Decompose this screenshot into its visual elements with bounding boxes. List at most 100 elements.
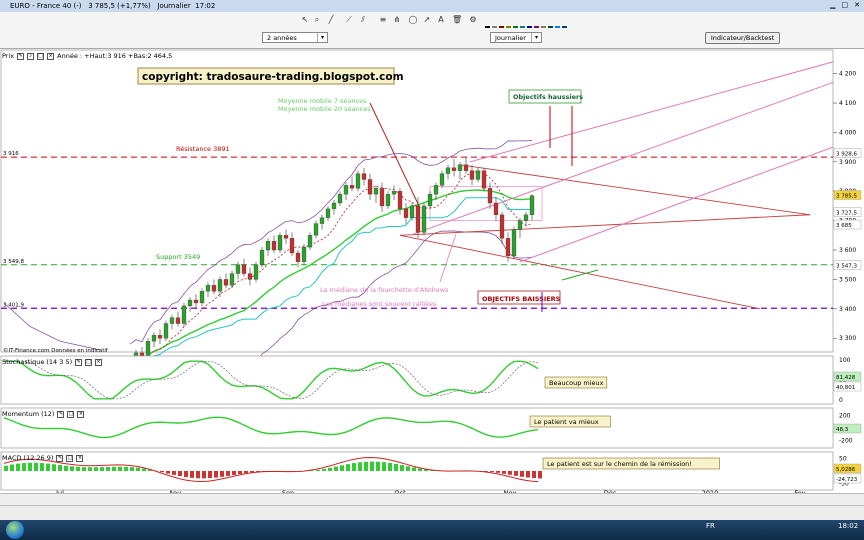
settings-icon[interactable]: ✎	[56, 454, 64, 462]
macd-histogram-bar	[376, 461, 380, 471]
magnify-icon[interactable]: ⌕	[27, 52, 35, 60]
price-axis-label: 4 100	[839, 100, 856, 107]
price-axis-label: 3 900	[839, 159, 856, 166]
macd-histogram-bar	[394, 463, 398, 471]
macd-histogram-bar	[4, 465, 8, 471]
text-tool-icon[interactable]: A	[436, 14, 446, 25]
language-indicator[interactable]: FR	[706, 522, 715, 530]
chevron-down-icon[interactable]: ▾	[531, 33, 541, 42]
candle	[481, 170, 487, 189]
window-icon[interactable]: □	[85, 358, 93, 366]
maximize-icon[interactable]: □	[842, 1, 849, 9]
indicators-button[interactable]: Indicateur/Backtest	[705, 32, 780, 44]
resistance-value: 3 916	[3, 151, 19, 157]
macd-histogram-bar	[184, 471, 188, 478]
ma7-label: Moyenne mobile 7 séances	[278, 97, 367, 105]
macd-histogram-bar	[496, 471, 500, 473]
window-icon[interactable]: □	[66, 454, 74, 462]
bear-target-text: OBJECTIFS BAISSIERS	[482, 295, 561, 303]
macd-histogram-bar	[418, 468, 422, 471]
candle	[349, 185, 355, 189]
macd-axis-label: 50	[839, 456, 847, 463]
price-panel: 4 2004 1004 0003 9003 8003 7003 6003 500…	[0, 49, 862, 392]
close-icon[interactable]: ✕	[854, 1, 860, 9]
ellipse-icon[interactable]: ◯	[408, 14, 418, 25]
price-value-label: 3 685	[836, 223, 852, 229]
macd-histogram-bar	[130, 467, 134, 471]
candle	[229, 273, 235, 286]
properties-icon[interactable]: ⚙	[468, 14, 478, 25]
period-value: 2 années	[267, 34, 297, 42]
macd-histogram-bar	[238, 471, 242, 474]
macd-histogram-bar	[112, 466, 116, 471]
trendline-icon[interactable]: ⟋	[344, 14, 354, 25]
close-icon[interactable]: ×	[95, 358, 103, 366]
median-note-1: La médiane de la fourchette d'ANdrews	[320, 286, 449, 294]
settings-icon[interactable]: ✎	[17, 52, 25, 60]
median-note-2: Les médianes sont souvent ralliées	[322, 300, 437, 308]
candle	[295, 252, 301, 262]
osc-value-label: 40,801	[836, 385, 855, 391]
candle	[475, 170, 481, 180]
candle	[361, 173, 367, 180]
fibonacci-icon[interactable]: ≡	[378, 14, 388, 25]
close-icon[interactable]: ×	[77, 410, 85, 418]
candle	[385, 194, 391, 207]
macd-histogram-bar	[10, 464, 14, 471]
macd-histogram-bar	[118, 466, 122, 471]
macd-histogram-bar	[382, 462, 386, 471]
settings-icon[interactable]: ✎	[57, 410, 65, 418]
chevron-down-icon[interactable]: ▾	[317, 33, 327, 42]
clock: 18:02	[838, 522, 859, 530]
window-icon[interactable]: □	[37, 52, 45, 60]
zoom-icon[interactable]: ⌕	[312, 14, 322, 25]
macd-histogram-bar	[370, 461, 374, 471]
macd-histogram-bar	[346, 464, 350, 471]
macd-histogram-bar	[106, 466, 110, 471]
price-panel-label: Prix	[2, 52, 15, 60]
stoch-panel-label: Stochastique (14 3 5)	[2, 358, 73, 366]
line-tool-icon[interactable]: ╱	[326, 14, 336, 25]
window-icon[interactable]: □	[67, 410, 75, 418]
osc-value-label: 81,428	[836, 375, 856, 381]
candle	[439, 173, 445, 186]
macd-histogram-bar	[214, 471, 218, 478]
close-icon[interactable]: ×	[47, 52, 55, 60]
macd-histogram-bar	[322, 468, 326, 471]
candle	[469, 170, 475, 180]
arrow-tool-icon[interactable]: ➚	[422, 14, 432, 25]
interval-select[interactable]: Journalier ▾	[490, 32, 542, 43]
macd-histogram-bar	[508, 471, 512, 475]
osc-axis-label: 200	[839, 413, 851, 420]
macd-panel-header: MACD (12 26 9) ✎ □ ×	[0, 453, 84, 463]
osc-axis-label: 100	[839, 357, 851, 364]
settings-icon[interactable]: ✎	[75, 358, 83, 366]
period-select[interactable]: 2 années ▾	[262, 32, 328, 43]
close-icon[interactable]: ×	[76, 454, 84, 462]
osc-value-label: 48,3	[836, 427, 849, 433]
macd-histogram-bar	[52, 464, 56, 471]
macd-histogram-bar	[142, 468, 146, 471]
resistance-label: Résistance 3891	[176, 145, 230, 153]
macd-histogram-bar	[412, 467, 416, 471]
candle	[373, 188, 379, 195]
start-button-icon[interactable]	[6, 521, 24, 539]
candle	[259, 249, 265, 265]
app-window: EURO - France 40 (-) 3 785,5 (+1,77%) Jo…	[0, 0, 864, 540]
candle	[493, 202, 499, 215]
trash-icon[interactable]: 🗑	[452, 14, 462, 25]
price-axis-label: 4 000	[839, 129, 856, 136]
chart-area[interactable]: 4 2004 1004 0003 9003 8003 7003 6003 500…	[0, 48, 864, 494]
osc-axis-label: 0	[839, 397, 843, 404]
cursor-icon[interactable]: ↖	[300, 14, 310, 25]
momentum-panel-label: Momentum (12)	[2, 410, 55, 418]
macd-histogram-bar	[358, 462, 362, 471]
channel-icon[interactable]: ⫽	[358, 14, 368, 25]
candle	[301, 246, 307, 262]
andrews-pitchfork-icon[interactable]: ⋔	[392, 14, 402, 25]
minimize-icon[interactable]: ▁	[830, 1, 835, 9]
macd-histogram-bar	[232, 471, 236, 475]
candle	[451, 167, 457, 171]
bull-target-text: Objectifs haussiers	[513, 93, 583, 101]
momentum-panel: 2000-200Le patient va mieux48,3	[0, 407, 862, 449]
